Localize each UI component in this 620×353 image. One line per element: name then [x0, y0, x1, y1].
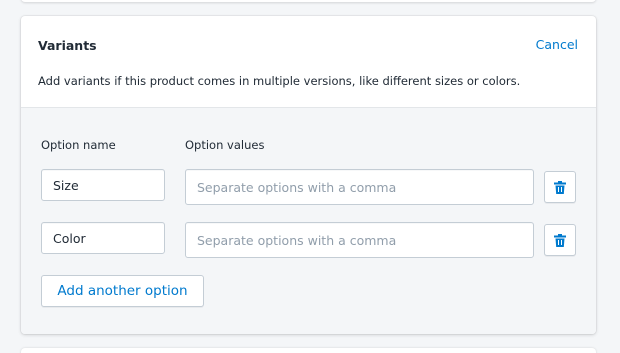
trash-icon — [554, 180, 566, 194]
variants-card: Variants Cancel Add variants if this pro… — [21, 16, 596, 334]
cancel-link[interactable]: Cancel — [536, 37, 578, 52]
card-title: Variants — [38, 38, 97, 53]
delete-option-button[interactable] — [544, 171, 576, 203]
trash-icon — [554, 233, 566, 247]
option-name-label: Option name — [41, 138, 116, 152]
option-values-input[interactable]: Separate options with a comma — [185, 169, 534, 205]
next-card-edge — [21, 348, 596, 353]
card-description: Add variants if this product comes in mu… — [38, 74, 521, 88]
previous-card-edge — [21, 0, 596, 2]
option-values-input[interactable]: Separate options with a comma — [185, 222, 534, 258]
option-name-input[interactable]: Size — [41, 169, 165, 201]
delete-option-button[interactable] — [544, 224, 576, 256]
option-values-label: Option values — [185, 138, 265, 152]
add-another-option-button[interactable]: Add another option — [41, 275, 204, 307]
option-name-input[interactable]: Color — [41, 222, 165, 254]
